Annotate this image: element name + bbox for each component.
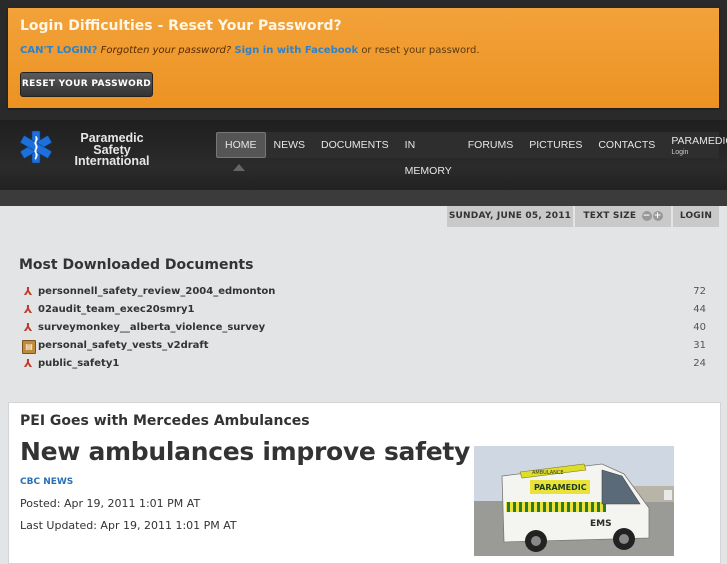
reset-password-button[interactable]: RESET YOUR PASSWORD [20,72,153,97]
news-article: PEI Goes with Mercedes Ambulances New am… [8,402,721,564]
document-link[interactable]: personnell_safety_review_2004_edmonton [38,286,275,297]
facebook-signin-link[interactable]: Sign in with Facebook [234,45,358,56]
star-of-life-icon[interactable] [18,129,54,165]
nav-pictures[interactable]: PICTURES [521,132,590,158]
reset-hint-text: or reset your password. [361,45,480,56]
text-size-label: TEXT SIZE [583,211,637,221]
text-size-decrease-icon[interactable]: − [641,210,652,221]
download-count: 72 [693,286,706,297]
current-date: SUNDAY, JUNE 05, 2011 [447,206,573,227]
nav-documents[interactable]: DOCUMENTS [313,132,397,158]
logo-line-3: International [74,154,150,168]
article-kicker[interactable]: PEI Goes with Mercedes Ambulances [20,413,310,429]
pdf-icon: ⅄ [23,321,33,334]
document-link[interactable]: 02audit_team_exec20smry1 [38,304,195,315]
ambulance-photo: AMBULANCE PARAMEDIC EMS [474,446,674,556]
list-item[interactable]: ⅄ surveymonkey__alberta_violence_survey … [22,320,706,338]
login-panel: Login Difficulties - Reset Your Password… [0,0,727,120]
nav-home[interactable]: HOME [216,132,266,158]
nav-paramedics-label: PARAMEDICS [671,135,727,147]
list-item[interactable]: ⅄ personnell_safety_review_2004_edmonton… [22,284,706,302]
login-title: Login Difficulties - Reset Your Password… [20,18,342,34]
main-nav: HOME NEWS DOCUMENTS IN MEMORY FORUMS PIC… [216,132,727,177]
article-posted: Posted: Apr 19, 2011 1:01 PM AT [20,497,201,510]
list-item[interactable]: ▤ personal_safety_vests_v2draft 31 [22,338,706,356]
list-item[interactable]: ⅄ 02audit_team_exec20smry1 44 [22,302,706,320]
nav-paramedics[interactable]: PARAMEDICS Login [663,132,727,162]
document-link[interactable]: public_safety1 [38,358,119,369]
login-link[interactable]: LOGIN [673,206,719,227]
ambulance-side-text: PARAMEDIC [534,483,587,492]
pdf-icon: ⅄ [23,303,33,316]
cant-login-link[interactable]: CAN'T LOGIN? [20,45,97,56]
site-logo-text[interactable]: Paramedic Safety International [66,132,158,168]
article-updated: Last Updated: Apr 19, 2011 1:01 PM AT [20,519,237,532]
login-help-line: CAN'T LOGIN? Forgotten your password? Si… [20,45,480,56]
download-count: 44 [693,304,706,315]
download-count: 40 [693,322,706,333]
text-size-increase-icon[interactable]: + [652,210,663,221]
downloads-title: Most Downloaded Documents [19,257,254,273]
pdf-icon: ⅄ [23,357,33,370]
header-bottom-strip [0,190,727,206]
login-box: Login Difficulties - Reset Your Password… [8,8,719,108]
nav-paramedics-sub: Login [671,149,689,156]
text-size-control: TEXT SIZE − + [575,206,671,227]
list-item[interactable]: ⅄ public_safety1 24 [22,356,706,374]
document-link[interactable]: surveymonkey__alberta_violence_survey [38,322,265,333]
download-count: 31 [693,340,706,351]
archive-icon: ▤ [22,340,36,354]
document-link[interactable]: personal_safety_vests_v2draft [38,340,209,351]
nav-in-memory[interactable]: IN MEMORY [397,132,460,177]
nav-contacts[interactable]: CONTACTS [590,132,663,158]
article-headline: New ambulances improve safety [20,437,470,466]
ambulance-ems-text: EMS [590,519,612,529]
active-nav-pointer [233,164,245,171]
article-source[interactable]: CBC NEWS [20,477,73,487]
download-count: 24 [693,358,706,369]
ambulance-roof-text: AMBULANCE [532,470,564,476]
pdf-icon: ⅄ [23,285,33,298]
forgot-password-text: Forgotten your password? [100,45,232,56]
nav-news[interactable]: NEWS [266,132,314,158]
nav-forums[interactable]: FORUMS [460,132,522,158]
